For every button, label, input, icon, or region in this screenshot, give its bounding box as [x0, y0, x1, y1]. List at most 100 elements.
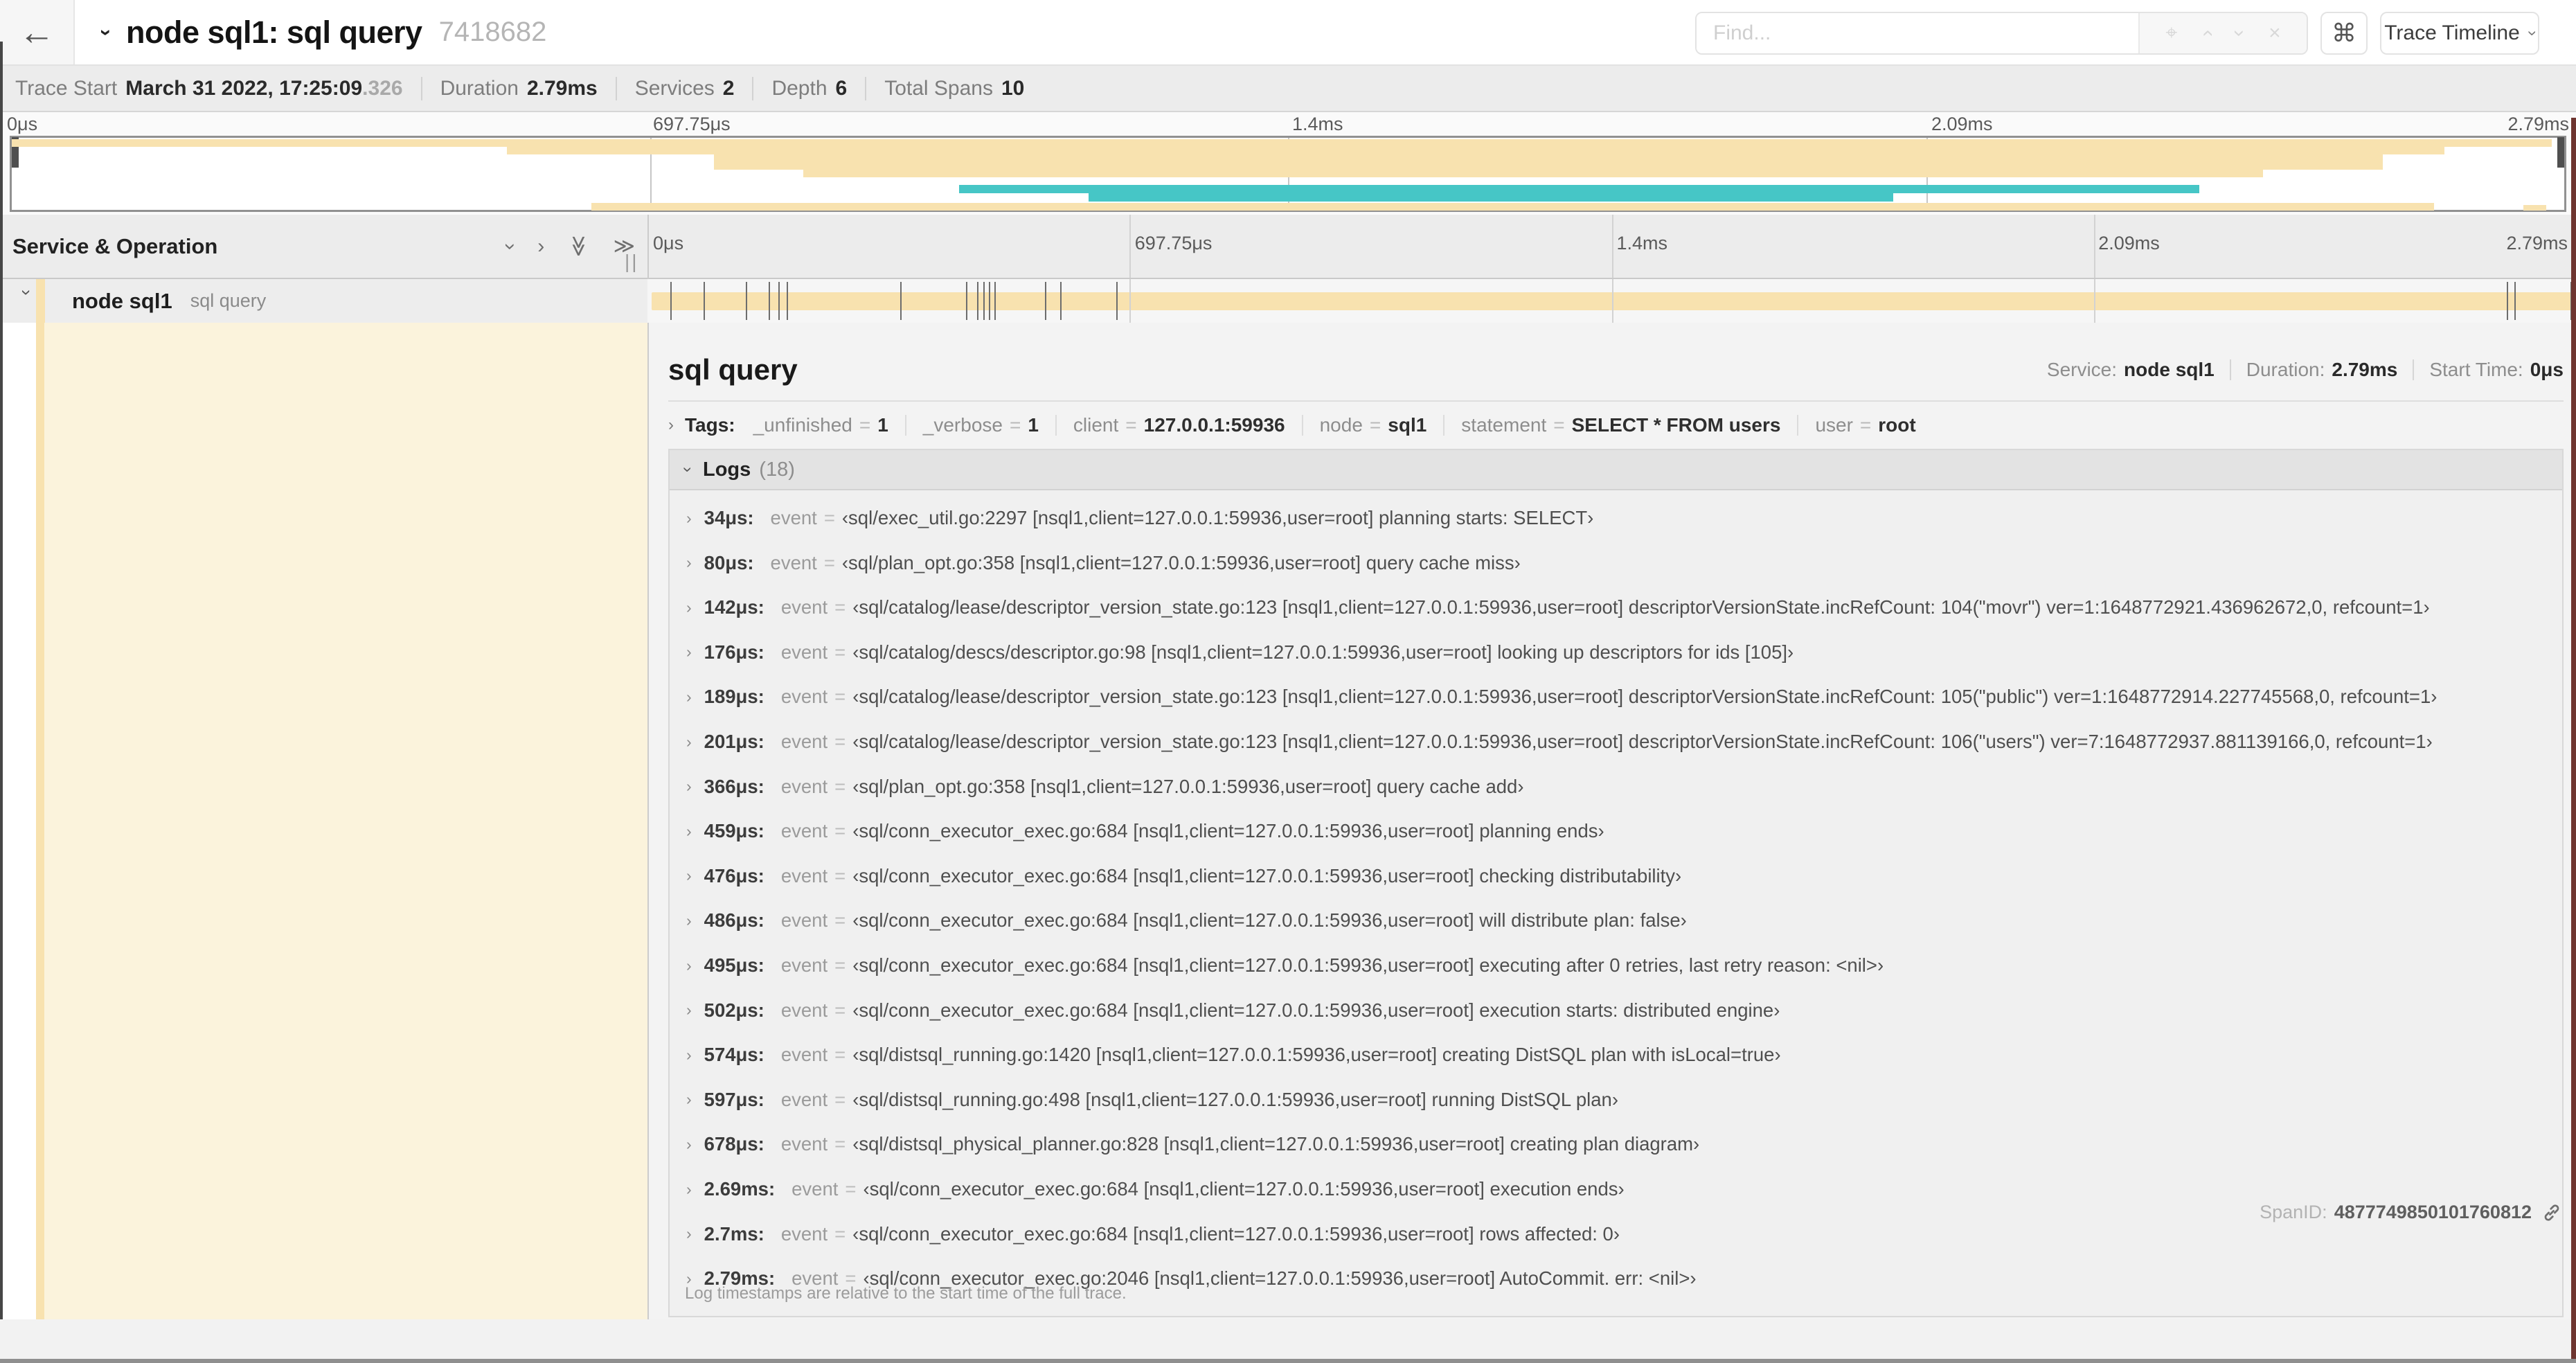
- timeline-ruler: 0μs 697.75μs 1.4ms 2.09ms 2.79ms: [647, 215, 2576, 278]
- log-field-value: ‹sql/conn_executor_exec.go:684 [nsql1,cl…: [852, 1222, 1620, 1245]
- span-row-timeline-cell[interactable]: [647, 279, 2576, 323]
- timeline-gridline: [1129, 279, 1132, 323]
- minimap-tick-label: 697.75μs: [653, 114, 731, 134]
- log-row[interactable]: › 597μs: event = ‹sql/distsql_running.go…: [686, 1078, 2555, 1122]
- log-expand-icon[interactable]: ›: [686, 866, 692, 885]
- detail-divider: [668, 400, 2564, 402]
- span-detail-title: sql query: [668, 353, 798, 386]
- log-row[interactable]: › 201μs: event = ‹sql/catalog/lease/desc…: [686, 720, 2555, 764]
- log-row[interactable]: › 176μs: event = ‹sql/catalog/descs/desc…: [686, 630, 2555, 675]
- log-field-key: event: [780, 864, 828, 887]
- minimap-span-bar: [12, 139, 2552, 147]
- log-field-key: event: [780, 775, 828, 797]
- deep-link-icon[interactable]: [2541, 1202, 2562, 1223]
- minimap-canvas[interactable]: [10, 136, 2566, 212]
- app-header: ← › node sql1: sql query 7418682 ⌖ › › ×…: [0, 0, 2576, 66]
- log-field-value: ‹sql/catalog/lease/descriptor_version_st…: [852, 731, 2433, 752]
- tag-key: node: [1319, 414, 1363, 436]
- log-marker: [670, 282, 672, 320]
- log-expand-icon[interactable]: ›: [686, 1224, 692, 1243]
- duration-value: 2.79ms: [526, 76, 598, 100]
- log-row[interactable]: › 502μs: event = ‹sql/conn_executor_exec…: [686, 988, 2555, 1033]
- collapse-all-icon[interactable]: ›: [95, 29, 118, 36]
- log-row[interactable]: › 574μs: event = ‹sql/distsql_running.go…: [686, 1033, 2555, 1077]
- expand-all-icon[interactable]: ≫: [566, 235, 591, 257]
- back-arrow-icon: ←: [19, 12, 55, 53]
- log-expand-icon[interactable]: ›: [686, 598, 692, 617]
- log-expand-icon[interactable]: ›: [686, 688, 692, 706]
- next-match-icon[interactable]: ›: [2228, 30, 2251, 37]
- tag-value: 1: [1028, 414, 1039, 436]
- tag-key: _unfinished: [753, 414, 852, 436]
- viewport-right-scrubber[interactable]: [2557, 137, 2564, 168]
- log-row[interactable]: › 678μs: event = ‹sql/distsql_physical_p…: [686, 1122, 2555, 1166]
- span-row-name-cell[interactable]: › node sql1 sql query: [0, 279, 647, 323]
- collapse-one-level-icon[interactable]: ›: [537, 235, 544, 257]
- log-row[interactable]: › 80μs: event = ‹sql/plan_opt.go:358 [ns…: [686, 541, 2555, 585]
- clear-search-icon[interactable]: ×: [2269, 21, 2281, 45]
- log-row[interactable]: › 142μs: event = ‹sql/catalog/lease/desc…: [686, 585, 2555, 630]
- log-row[interactable]: › 476μs: event = ‹sql/conn_executor_exec…: [686, 854, 2555, 898]
- expand-one-level-icon[interactable]: ›: [499, 243, 522, 250]
- log-field-key: event: [780, 596, 828, 618]
- logs-footnote: Log timestamps are relative to the start…: [685, 1284, 1127, 1303]
- log-field-key: event: [780, 954, 828, 976]
- log-field-value: ‹sql/catalog/lease/descriptor_version_st…: [852, 596, 2430, 618]
- locate-icon[interactable]: ⌖: [2165, 21, 2177, 45]
- log-timestamp: 176μs:: [704, 641, 764, 663]
- log-row[interactable]: › 34μs: event = ‹sql/exec_util.go:2297 […: [686, 496, 2555, 540]
- log-expand-icon[interactable]: ›: [686, 1135, 692, 1154]
- log-timestamp: 2.7ms:: [704, 1222, 764, 1245]
- log-expand-icon[interactable]: ›: [686, 1001, 692, 1019]
- prev-match-icon[interactable]: ›: [2195, 30, 2218, 37]
- log-expand-icon[interactable]: ›: [686, 956, 692, 975]
- log-row[interactable]: › 366μs: event = ‹sql/plan_opt.go:358 [n…: [686, 765, 2555, 809]
- minimap-span-bar: [803, 170, 2264, 177]
- log-timestamp: 2.69ms:: [704, 1178, 776, 1200]
- log-row[interactable]: › 486μs: event = ‹sql/conn_executor_exec…: [686, 898, 2555, 943]
- ruler-tick-label: 2.09ms: [2098, 233, 2160, 253]
- log-expand-icon[interactable]: ›: [686, 911, 692, 930]
- span-collapse-icon[interactable]: ›: [17, 289, 37, 313]
- log-row[interactable]: › 495μs: event = ‹sql/conn_executor_exec…: [686, 943, 2555, 988]
- log-expand-icon[interactable]: ›: [686, 777, 692, 796]
- back-button[interactable]: ←: [0, 0, 75, 64]
- tag-item: statement = SELECT * FROM users: [1461, 414, 1781, 436]
- log-timestamp: 597μs:: [704, 1088, 764, 1110]
- log-expand-icon[interactable]: ›: [686, 1046, 692, 1064]
- find-input[interactable]: [1697, 13, 2138, 53]
- log-field-key: event: [770, 551, 817, 573]
- log-expand-icon[interactable]: ›: [686, 1180, 692, 1199]
- trace-start-value: March 31 2022, 17:25:09: [125, 76, 363, 100]
- logs-header[interactable]: › Logs (18): [670, 450, 2562, 490]
- tags-row[interactable]: › Tags: _unfinished = 1 _verbose = 1 clien…: [668, 407, 2564, 443]
- keyboard-shortcuts-button[interactable]: ⌘: [2320, 12, 2368, 55]
- log-timestamp: 142μs:: [704, 596, 764, 618]
- column-resizer-grip[interactable]: ||: [625, 251, 639, 273]
- find-box: ⌖ › › ×: [1695, 12, 2308, 55]
- logs-label: Logs: [703, 458, 751, 481]
- minimap-span-bar: [713, 154, 2383, 170]
- log-marker: [703, 282, 705, 320]
- log-expand-icon[interactable]: ›: [686, 1090, 692, 1109]
- window-bottom-edge: [0, 1359, 2576, 1363]
- log-expand-icon[interactable]: ›: [686, 733, 692, 751]
- footer-band: [0, 1319, 2576, 1363]
- service-operation-label: Service & Operation: [12, 233, 218, 258]
- timeline-gridline: [1129, 215, 1132, 278]
- log-marker: [2514, 282, 2516, 320]
- log-row[interactable]: › 189μs: event = ‹sql/catalog/lease/desc…: [686, 675, 2555, 719]
- log-field-key: event: [780, 1133, 828, 1155]
- service-color-strip: [36, 279, 45, 323]
- log-expand-icon[interactable]: ›: [686, 643, 692, 661]
- log-row[interactable]: › 459μs: event = ‹sql/conn_executor_exec…: [686, 809, 2555, 853]
- timeline-gridline: [2093, 215, 2095, 278]
- tag-item: client = 127.0.0.1:59936: [1073, 414, 1285, 436]
- view-selector-button[interactable]: Trace Timeline ›: [2380, 12, 2542, 55]
- minimap-span-bar: [958, 185, 2199, 193]
- log-expand-icon[interactable]: ›: [686, 822, 692, 841]
- log-expand-icon[interactable]: ›: [686, 509, 692, 528]
- tag-value: 127.0.0.1:59936: [1143, 414, 1285, 436]
- total-spans-value: 10: [1001, 76, 1025, 100]
- log-expand-icon[interactable]: ›: [686, 553, 692, 572]
